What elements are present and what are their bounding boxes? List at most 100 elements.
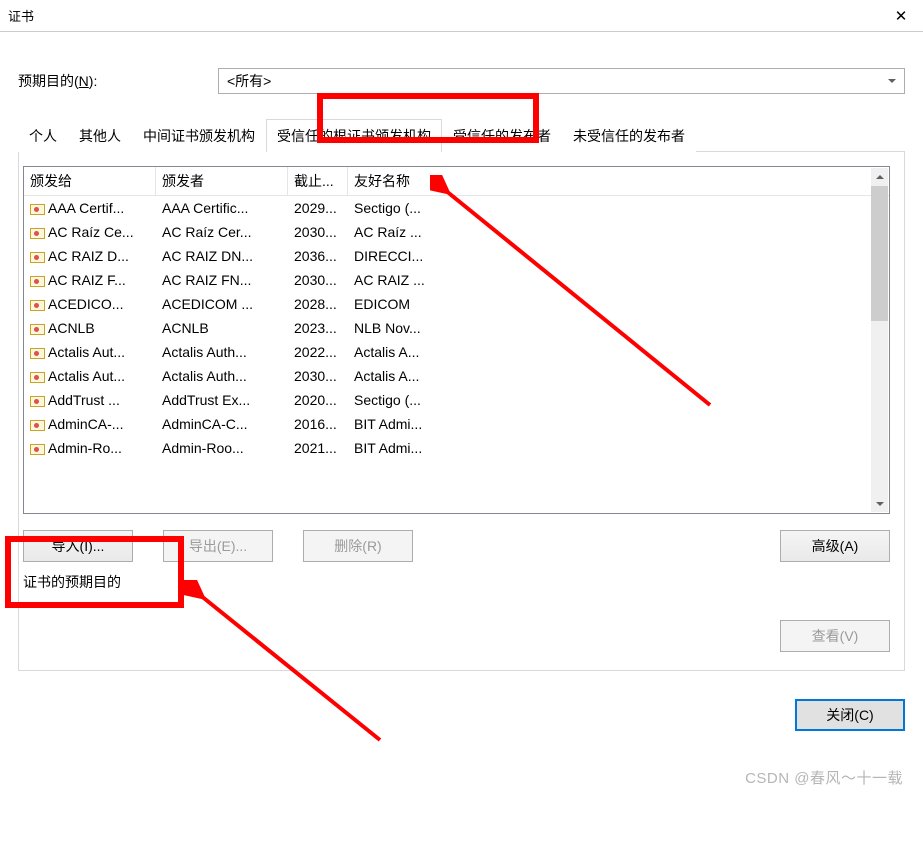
cert-icon [30,418,44,430]
table-row[interactable]: AC Raíz Ce...AC Raíz Cer...2030...AC Raí… [24,220,889,244]
cell-expiry: 2030... [288,364,348,388]
table-row[interactable]: AdminCA-...AdminCA-C...2016...BIT Admi..… [24,412,889,436]
cell-issued-by: Actalis Auth... [156,340,288,364]
cell-expiry: 2022... [288,340,348,364]
table-row[interactable]: ACNLBACNLB2023...NLB Nov... [24,316,889,340]
purpose-label: 预期目的(N): [18,71,218,91]
cell-issued-to: AdminCA-... [24,412,156,436]
cell-issued-by: ACNLB [156,316,288,340]
cell-issued-to: AAA Certif... [24,196,156,220]
purpose-select[interactable]: <所有> [218,68,905,94]
cell-friendly-name: EDICOM [348,292,889,316]
tab-intermediate-ca[interactable]: 中间证书颁发机构 [132,119,266,152]
cell-issued-to: AC RAIZ D... [24,244,156,268]
scroll-thumb[interactable] [871,186,888,321]
cell-expiry: 2036... [288,244,348,268]
cell-issued-to: ACEDICO... [24,292,156,316]
tab-untrusted-publishers[interactable]: 未受信任的发布者 [562,119,696,152]
cell-friendly-name: Sectigo (... [348,196,889,220]
cell-expiry: 2030... [288,268,348,292]
action-buttons: 导入(I)... 导出(E)... 删除(R) 高级(A) [23,514,890,566]
scrollbar[interactable] [871,168,888,512]
purpose-row: 预期目的(N): <所有> [18,68,905,94]
cert-icon [30,322,44,334]
cell-expiry: 2016... [288,412,348,436]
cell-issued-to: Actalis Aut... [24,364,156,388]
cell-issued-to: AC RAIZ F... [24,268,156,292]
tab-others[interactable]: 其他人 [68,119,132,152]
cert-icon [30,394,44,406]
cell-expiry: 2030... [288,220,348,244]
cell-friendly-name: NLB Nov... [348,316,889,340]
tab-personal[interactable]: 个人 [18,119,68,152]
cell-issued-to: AddTrust ... [24,388,156,412]
remove-button[interactable]: 删除(R) [303,530,413,562]
cell-issued-by: Actalis Auth... [156,364,288,388]
cert-icon [30,370,44,382]
scroll-down-icon[interactable] [871,495,888,512]
intended-purpose-label: 证书的预期目的 [23,572,890,592]
cell-issued-by: ACEDICOM ... [156,292,288,316]
export-button[interactable]: 导出(E)... [163,530,273,562]
cert-icon [30,250,44,262]
titlebar: 证书 ✕ [0,0,923,32]
cert-icon [30,202,44,214]
cell-issued-by: AC RAIZ DN... [156,244,288,268]
cert-icon [30,226,44,238]
tab-panel: 颁发给 颁发者 截止... 友好名称 AAA Certif...AAA Cert… [18,152,905,671]
cell-issued-by: AdminCA-C... [156,412,288,436]
cell-expiry: 2028... [288,292,348,316]
purpose-value: <所有> [227,71,271,91]
table-row[interactable]: Admin-Ro...Admin-Roo...2021...BIT Admi..… [24,436,889,460]
table-row[interactable]: ACEDICO...ACEDICOM ...2028...EDICOM [24,292,889,316]
cell-issued-by: AC RAIZ FN... [156,268,288,292]
column-friendly-name[interactable]: 友好名称 [348,167,889,195]
cell-expiry: 2029... [288,196,348,220]
cell-issued-to: ACNLB [24,316,156,340]
cell-friendly-name: AC Raíz ... [348,220,889,244]
table-row[interactable]: Actalis Aut...Actalis Auth...2030...Acta… [24,364,889,388]
close-button[interactable]: 关闭(C) [795,699,905,731]
view-row: 查看(V) [23,592,890,660]
cert-icon [30,346,44,358]
table-row[interactable]: AC RAIZ D...AC RAIZ DN...2036...DIRECCI.… [24,244,889,268]
cell-expiry: 2020... [288,388,348,412]
cell-issued-by: Admin-Roo... [156,436,288,460]
cell-expiry: 2021... [288,436,348,460]
column-issued-to[interactable]: 颁发给 [24,167,156,195]
close-row: 关闭(C) [18,671,905,741]
cell-expiry: 2023... [288,316,348,340]
cell-friendly-name: Sectigo (... [348,388,889,412]
tab-bar: 个人 其他人 中间证书颁发机构 受信任的根证书颁发机构 受信任的发布者 未受信任… [18,118,905,152]
tab-trusted-root-ca[interactable]: 受信任的根证书颁发机构 [266,119,442,152]
column-issued-by[interactable]: 颁发者 [156,167,288,195]
table-row[interactable]: AAA Certif...AAA Certific...2029...Secti… [24,196,889,220]
cell-issued-to: AC Raíz Ce... [24,220,156,244]
close-icon[interactable]: ✕ [879,0,923,32]
advanced-button[interactable]: 高级(A) [780,530,890,562]
tab-trusted-publishers[interactable]: 受信任的发布者 [442,119,562,152]
import-button[interactable]: 导入(I)... [23,530,133,562]
cell-issued-to: Actalis Aut... [24,340,156,364]
cell-friendly-name: Actalis A... [348,340,889,364]
cell-friendly-name: AC RAIZ ... [348,268,889,292]
cell-friendly-name: DIRECCI... [348,244,889,268]
list-rows: AAA Certif...AAA Certific...2029...Secti… [24,196,889,460]
watermark: CSDN @春风～十一载 [745,767,903,788]
cert-list: 颁发给 颁发者 截止... 友好名称 AAA Certif...AAA Cert… [23,166,890,514]
view-button[interactable]: 查看(V) [780,620,890,652]
window-title: 证书 [8,6,879,25]
cell-issued-to: Admin-Ro... [24,436,156,460]
scroll-up-icon[interactable] [871,168,888,185]
cell-friendly-name: Actalis A... [348,364,889,388]
column-expiry[interactable]: 截止... [288,167,348,195]
cert-icon [30,442,44,454]
table-row[interactable]: Actalis Aut...Actalis Auth...2022...Acta… [24,340,889,364]
cell-friendly-name: BIT Admi... [348,436,889,460]
dialog-content: 预期目的(N): <所有> 个人 其他人 中间证书颁发机构 受信任的根证书颁发机… [0,32,923,749]
table-row[interactable]: AddTrust ...AddTrust Ex...2020...Sectigo… [24,388,889,412]
table-row[interactable]: AC RAIZ F...AC RAIZ FN...2030...AC RAIZ … [24,268,889,292]
list-header: 颁发给 颁发者 截止... 友好名称 [24,167,889,196]
cert-icon [30,274,44,286]
cell-issued-by: AC Raíz Cer... [156,220,288,244]
